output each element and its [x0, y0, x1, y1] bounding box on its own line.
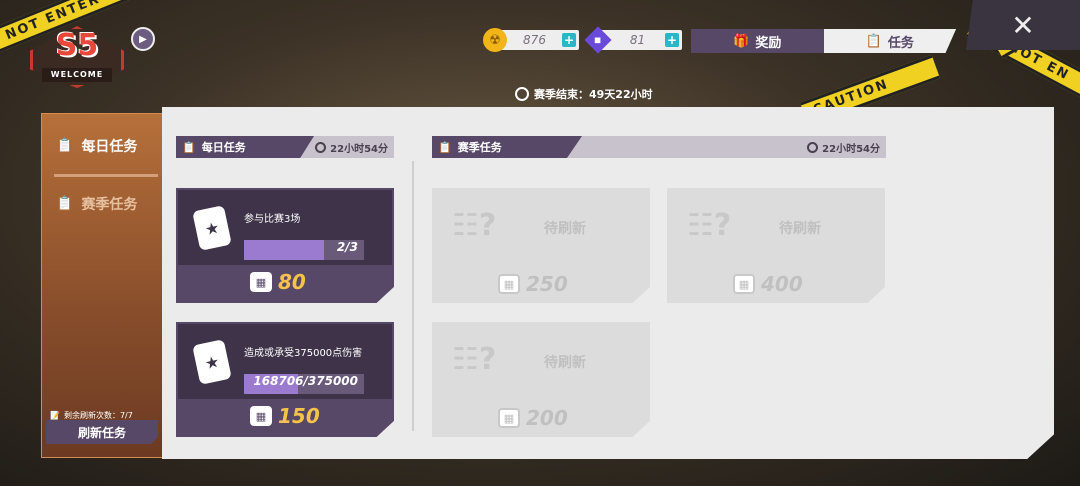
task-panel: 📋 每日任务 22小时54分 📋 赛季任务 22小时54分 ★ 参与比赛3场 2…: [162, 107, 1054, 459]
gold-currency: ☢ 876 +: [483, 28, 579, 52]
pending-status: 待刷新: [544, 221, 586, 237]
reward: ▦ 250: [498, 272, 568, 296]
clock-icon: [807, 141, 819, 153]
reward-amount: 250: [526, 272, 568, 296]
daily-title: 📋 每日任务: [176, 136, 314, 158]
clipboard-edit-icon: 📝: [50, 411, 60, 420]
season-title-text: 赛季任务: [457, 141, 502, 154]
play-icon[interactable]: ▶: [131, 27, 155, 51]
gift-icon: 🎁: [733, 33, 750, 49]
daily-title-text: 每日任务: [201, 141, 246, 154]
reward: ▦ 80: [250, 270, 306, 294]
daily-timer: 22小时54分: [315, 140, 388, 155]
task-description: 参与比赛3场: [244, 214, 301, 225]
reward-amount: 80: [278, 270, 306, 294]
season-task-card[interactable]: ☷? 待刷新 ▦ 400: [667, 188, 885, 303]
tab-tasks[interactable]: 📋 任务: [823, 29, 956, 53]
clipboard-check-icon: 📋: [182, 140, 196, 154]
close-button[interactable]: ✕: [966, 0, 1080, 50]
season-logo: S5 WELCOME: [24, 22, 130, 92]
clipboard-icon: 📋: [865, 33, 882, 49]
refresh-count: 📝 剩余刷新次数：7/7: [50, 410, 133, 421]
daily-time-text: 22小时54分: [330, 143, 388, 155]
ticket-icon: ▦: [733, 274, 755, 294]
refresh-count-text: 剩余刷新次数：7/7: [63, 411, 133, 420]
sidebar-item-label: 赛季任务: [81, 197, 138, 213]
add-gold-button[interactable]: +: [562, 33, 576, 47]
clipboard-check-icon: 📋: [56, 138, 74, 154]
season-tasks-timer: 22小时54分: [807, 140, 880, 155]
season-header: 📋 赛季任务 22小时54分: [432, 136, 886, 158]
pending-task-icon: ☷?: [687, 208, 732, 243]
sidebar: 📋 每日任务 📋 赛季任务 📝 剩余刷新次数：7/7 刷新任务: [41, 113, 165, 458]
reward-amount: 400: [761, 272, 803, 296]
ticket-icon: ▦: [250, 272, 272, 292]
season-end-text: 赛季结束：49天22小时: [534, 88, 653, 101]
refresh-tasks-button[interactable]: 刷新任务: [46, 420, 158, 444]
logo-sub: WELCOME: [42, 68, 112, 82]
season-task-card[interactable]: ☷? 待刷新 ▦ 200: [432, 322, 650, 437]
progress-bar: 168706/375000: [244, 374, 364, 394]
pending-task-icon: ☷?: [452, 342, 497, 377]
reward-amount: 200: [526, 406, 568, 430]
pending-status: 待刷新: [544, 355, 586, 371]
pending-task-icon: ☷?: [452, 208, 497, 243]
clipboard-check-icon: 📋: [56, 196, 74, 212]
daily-task-card[interactable]: ★ 参与比赛3场 2/3 ▦ 80: [176, 188, 394, 303]
gem-value: 81: [629, 33, 646, 47]
ticket-icon: ▦: [250, 406, 272, 426]
gold-coin-icon: ☢: [483, 28, 507, 52]
season-task-card[interactable]: ☷? 待刷新 ▦ 250: [432, 188, 650, 303]
ticket-icon: ▦: [498, 274, 520, 294]
daily-header: 📋 每日任务 22小时54分: [176, 136, 394, 158]
season-title: 📋 赛季任务: [432, 136, 582, 158]
sidebar-item-label: 每日任务: [81, 139, 138, 155]
top-tabs: 🎁 奖励 📋 任务: [691, 29, 956, 53]
add-gem-button[interactable]: +: [665, 33, 679, 47]
progress-bar: 2/3: [244, 240, 364, 260]
daily-task-card[interactable]: ★ 造成或承受375000点伤害 168706/375000 ▦ 150: [176, 322, 394, 437]
ticket-icon: ▦: [498, 408, 520, 428]
progress-fill: [244, 240, 325, 260]
logo-text: S5: [55, 28, 99, 63]
season-timer: 赛季结束：49天22小时: [515, 86, 653, 102]
progress-text: 168706/375000: [253, 374, 358, 388]
clock-icon: [315, 141, 327, 153]
column-divider: [412, 161, 414, 431]
progress-text: 2/3: [336, 240, 358, 254]
clipboard-check-icon: 📋: [438, 140, 452, 154]
tab-rewards[interactable]: 🎁 奖励: [691, 29, 824, 53]
tab-tasks-label: 任务: [887, 35, 914, 51]
clock-icon: [515, 87, 529, 101]
task-description: 造成或承受375000点伤害: [244, 348, 363, 359]
sidebar-divider: [54, 174, 158, 177]
sidebar-item-season[interactable]: 📋 赛季任务: [56, 194, 137, 214]
reward: ▦ 200: [498, 406, 568, 430]
reward: ▦ 400: [733, 272, 803, 296]
sidebar-item-daily[interactable]: 📋 每日任务: [56, 136, 137, 156]
tab-rewards-label: 奖励: [755, 35, 782, 51]
gold-value: 876: [523, 33, 546, 47]
reward-amount: 150: [278, 404, 320, 428]
reward: ▦ 150: [250, 404, 320, 428]
season-time-text: 22小时54分: [822, 143, 880, 155]
gem-currency: ◆ 81 +: [584, 26, 682, 54]
pending-status: 待刷新: [779, 221, 821, 237]
